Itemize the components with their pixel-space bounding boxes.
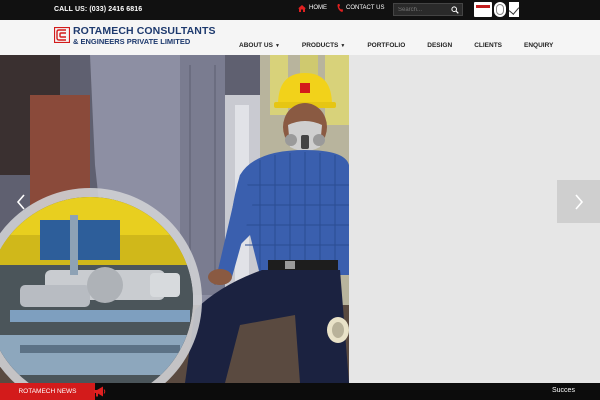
slider-prev-button[interactable]	[8, 185, 34, 219]
top-links: HOME CONTACT US	[298, 4, 384, 12]
menu-label: ABOUT US	[239, 42, 273, 49]
menu-design[interactable]: DESIGN	[427, 42, 452, 49]
menu-portfolio[interactable]: PORTFOLIO	[367, 42, 405, 49]
search-input[interactable]	[394, 6, 450, 13]
news-ticker[interactable]: Succes	[552, 387, 575, 394]
top-bar: CALL US: (033) 2416 6816 HOME CONTACT US	[0, 0, 600, 20]
menu-label: PORTFOLIO	[367, 42, 406, 49]
checkmark-badge-icon	[508, 2, 520, 17]
menu-label: PRODUCTS	[301, 42, 339, 49]
certification-badge-icon	[474, 2, 492, 17]
news-label: ROTAMECH NEWS	[0, 383, 95, 400]
logo-mark-icon	[54, 27, 70, 43]
home-link[interactable]: HOME	[298, 4, 327, 12]
company-subtitle: & ENGINEERS PRIVATE LIMITED	[73, 37, 191, 46]
search-box	[393, 3, 463, 16]
menu-about-us[interactable]: ABOUT US ▼	[239, 42, 280, 49]
home-link-label: HOME	[309, 5, 327, 11]
menu-label: CLIENTS	[474, 42, 502, 49]
menu-label: ENQUIRY	[524, 42, 554, 49]
hero-slide-image	[0, 55, 349, 383]
main-navbar: ROTAMECH CONSULTANTS & ENGINEERS PRIVATE…	[0, 20, 600, 55]
chevron-right-icon	[574, 193, 583, 210]
phone-icon	[337, 4, 343, 12]
chevron-left-icon	[16, 194, 25, 210]
phone-number: CALL US: (033) 2416 6816	[54, 6, 143, 13]
slider-next-button[interactable]	[557, 180, 600, 223]
menu-label: DESIGN	[427, 42, 453, 49]
menu-products[interactable]: PRODUCTS ▼	[302, 42, 345, 49]
company-name: ROTAMECH CONSULTANTS	[73, 25, 216, 37]
megaphone-icon	[94, 386, 106, 397]
caret-down-icon: ▼	[340, 43, 346, 49]
contact-link[interactable]: CONTACT US	[337, 4, 384, 12]
company-logo[interactable]: ROTAMECH CONSULTANTS & ENGINEERS PRIVATE…	[54, 26, 216, 46]
menu-clients[interactable]: CLIENTS	[474, 42, 502, 49]
logo-text: ROTAMECH CONSULTANTS & ENGINEERS PRIVATE…	[73, 25, 216, 47]
search-icon[interactable]	[451, 6, 459, 14]
news-bar: ROTAMECH NEWS Succes	[0, 383, 600, 400]
main-menu: ABOUT US ▼ PRODUCTS ▼ PORTFOLIO DESIGN CLI…	[239, 42, 575, 49]
caret-down-icon: ▼	[274, 43, 280, 49]
contact-link-label: CONTACT US	[346, 5, 385, 11]
menu-enquiry[interactable]: ENQUIRY	[524, 42, 553, 49]
iso-seal-icon	[494, 2, 506, 17]
hero-illustration	[0, 55, 349, 383]
home-icon	[298, 4, 306, 12]
